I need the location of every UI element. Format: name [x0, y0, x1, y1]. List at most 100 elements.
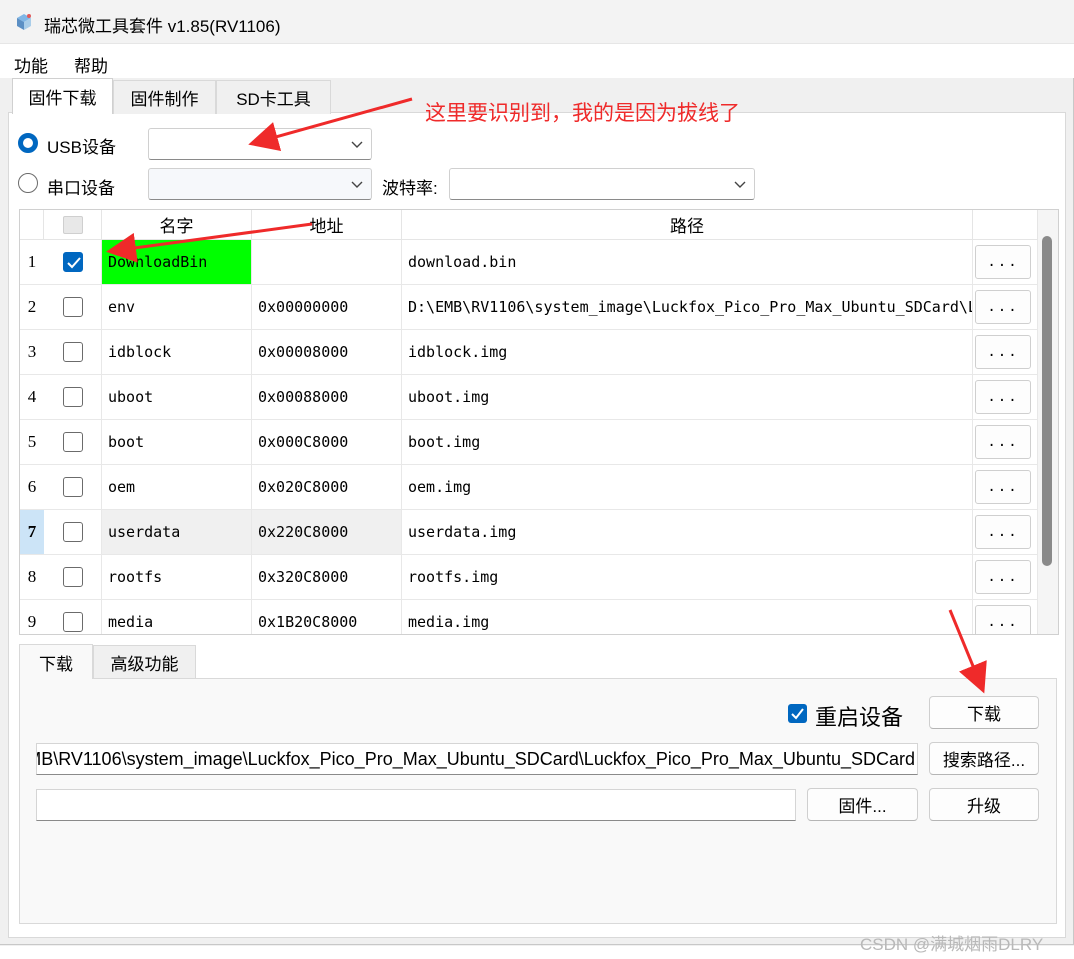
partition-address-cell[interactable]: 0x220C8000 — [252, 510, 402, 555]
browse-cell: ... — [973, 330, 1038, 375]
partition-name-cell[interactable]: boot — [102, 420, 252, 465]
search-path-button[interactable]: 搜索路径... — [929, 742, 1039, 775]
row-checkbox[interactable] — [62, 342, 83, 362]
partition-path-cell[interactable]: idblock.img — [402, 330, 973, 375]
browse-file-button[interactable]: ... — [975, 425, 1031, 459]
reboot-checkbox[interactable] — [788, 704, 807, 723]
firmware-file-field[interactable] — [36, 789, 796, 821]
browse-file-button[interactable]: ... — [975, 515, 1031, 549]
partition-address-cell[interactable]: 0x020C8000 — [252, 465, 402, 510]
chevron-down-icon — [351, 141, 363, 148]
serial-device-select[interactable] — [148, 168, 372, 200]
browse-file-button[interactable]: ... — [975, 245, 1031, 279]
partition-path-cell[interactable]: download.bin — [402, 240, 973, 285]
menu-function[interactable]: 功能 — [14, 52, 48, 77]
address-column-header[interactable]: 地址 — [252, 210, 402, 240]
usb-device-select[interactable] — [148, 128, 372, 160]
row-number[interactable]: 6 — [20, 465, 44, 510]
partition-name-cell[interactable]: rootfs — [102, 555, 252, 600]
partition-name-cell[interactable]: oem — [102, 465, 252, 510]
browse-file-button[interactable]: ... — [975, 470, 1031, 504]
row-checkbox[interactable] — [62, 522, 83, 542]
usb-device-label: USB设备 — [47, 138, 116, 157]
row-number[interactable]: 3 — [20, 330, 44, 375]
row-checkbox-cell — [44, 420, 102, 465]
row-number[interactable]: 5 — [20, 420, 44, 465]
tab-firmware-download[interactable]: 固件下载 — [12, 78, 113, 114]
window-title: 瑞芯微工具套件 v1.85(RV1106) — [44, 17, 281, 36]
upgrade-button[interactable]: 升级 — [929, 788, 1039, 821]
partition-path-cell[interactable]: rootfs.img — [402, 555, 973, 600]
partition-address-cell[interactable] — [252, 240, 402, 285]
row-number[interactable]: 1 — [20, 240, 44, 285]
partition-address-cell[interactable]: 0x00088000 — [252, 375, 402, 420]
firmware-button[interactable]: 固件... — [807, 788, 918, 821]
firmware-path-field[interactable]: D:\EMB\RV1106\system_image\Luckfox_Pico_… — [36, 743, 918, 775]
partition-name-cell[interactable]: env — [102, 285, 252, 330]
checkmark-icon — [66, 257, 81, 269]
row-checkbox[interactable] — [62, 252, 83, 272]
serial-device-label: 串口设备 — [47, 179, 115, 198]
baud-rate-select[interactable] — [449, 168, 755, 200]
browse-cell: ... — [973, 600, 1038, 634]
browse-file-button[interactable]: ... — [975, 335, 1031, 369]
partition-name-cell[interactable]: userdata — [102, 510, 252, 555]
serial-device-radio[interactable] — [18, 173, 38, 193]
checkmark-icon — [791, 708, 804, 720]
download-button[interactable]: 下载 — [929, 696, 1039, 729]
tab-sd-tool[interactable]: SD卡工具 — [216, 80, 331, 114]
row-checkbox-cell — [44, 330, 102, 375]
scrollbar-thumb[interactable] — [1042, 236, 1052, 566]
partition-path-cell[interactable]: oem.img — [402, 465, 973, 510]
partition-address-cell[interactable]: 0x320C8000 — [252, 555, 402, 600]
partition-path-cell[interactable]: uboot.img — [402, 375, 973, 420]
partition-path-cell[interactable]: userdata.img — [402, 510, 973, 555]
row-checkbox[interactable] — [62, 432, 83, 452]
partition-table: 名字 地址 路径 1 DownloadBin download.bin... 2 env… — [19, 209, 1059, 635]
menu-help[interactable]: 帮助 — [74, 52, 108, 77]
partition-address-cell[interactable]: 0x000C8000 — [252, 420, 402, 465]
tab-advanced[interactable]: 高级功能 — [93, 645, 196, 678]
row-checkbox[interactable] — [62, 297, 83, 317]
row-checkbox-cell — [44, 285, 102, 330]
row-checkbox[interactable] — [62, 477, 83, 497]
row-number[interactable]: 9 — [20, 600, 44, 634]
select-all-header[interactable] — [44, 210, 102, 240]
name-column-header[interactable]: 名字 — [102, 210, 252, 240]
menu-bar: 功能 帮助 — [0, 44, 1074, 78]
partition-name-cell[interactable]: uboot — [102, 375, 252, 420]
app-window: 瑞芯微工具套件 v1.85(RV1106) 功能 帮助 固件下载 固件制作 SD… — [0, 0, 1074, 945]
row-checkbox-cell — [44, 555, 102, 600]
row-number[interactable]: 2 — [20, 285, 44, 330]
select-all-checkbox[interactable] — [62, 215, 83, 234]
annotation-text: 这里要识别到，我的是因为拔线了 — [425, 102, 740, 125]
row-number[interactable]: 7 — [20, 510, 44, 555]
partition-address-cell[interactable]: 0x00008000 — [252, 330, 402, 375]
partition-path-cell[interactable]: boot.img — [402, 420, 973, 465]
usb-device-radio[interactable] — [18, 133, 38, 153]
browse-file-button[interactable]: ... — [975, 290, 1031, 324]
partition-address-cell[interactable]: 0x1B20C8000 — [252, 600, 402, 634]
partition-path-cell[interactable]: media.img — [402, 600, 973, 634]
tab-firmware-make[interactable]: 固件制作 — [113, 80, 216, 114]
partition-name-cell[interactable]: DownloadBin — [102, 240, 252, 285]
row-checkbox-cell — [44, 375, 102, 420]
partition-name-cell[interactable]: media — [102, 600, 252, 634]
browse-file-button[interactable]: ... — [975, 605, 1031, 634]
tab-download[interactable]: 下载 — [19, 644, 93, 679]
path-column-header[interactable]: 路径 — [402, 210, 973, 240]
browse-file-button[interactable]: ... — [975, 560, 1031, 594]
browse-cell: ... — [973, 375, 1038, 420]
row-number[interactable]: 4 — [20, 375, 44, 420]
partition-path-cell[interactable]: D:\EMB\RV1106\system_image\Luckfox_Pico_… — [402, 285, 973, 330]
row-checkbox[interactable] — [62, 567, 83, 587]
row-number[interactable]: 8 — [20, 555, 44, 600]
row-checkbox-cell — [44, 600, 102, 634]
reboot-label: 重启设备 — [815, 705, 904, 730]
browse-file-button[interactable]: ... — [975, 380, 1031, 414]
partition-address-cell[interactable]: 0x00000000 — [252, 285, 402, 330]
row-checkbox[interactable] — [62, 387, 83, 407]
partition-name-cell[interactable]: idblock — [102, 330, 252, 375]
row-checkbox[interactable] — [62, 612, 83, 632]
chevron-down-icon — [734, 181, 746, 188]
